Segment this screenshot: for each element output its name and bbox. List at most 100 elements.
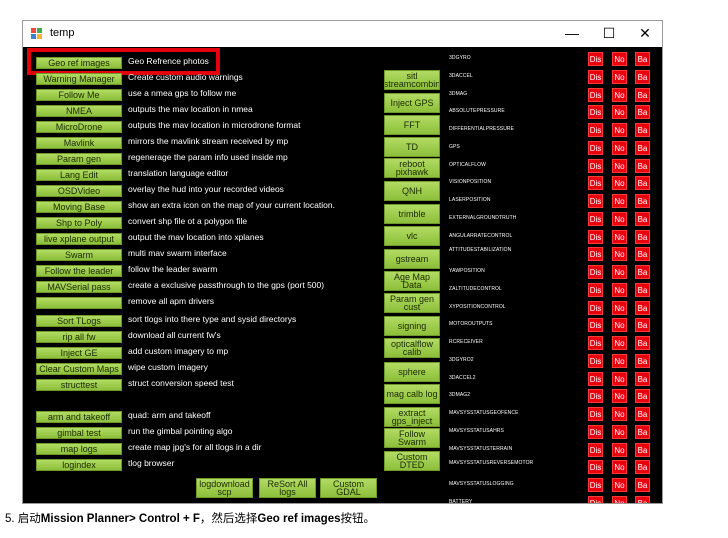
left-tool-button[interactable]: rip all fw [36, 331, 122, 343]
sensor-disable-button[interactable]: Dis [588, 105, 603, 120]
left-tool-button[interactable]: Mavlink [36, 137, 122, 149]
sensor-bad-button[interactable]: Ba [635, 318, 650, 333]
mid-tool-button[interactable]: opticalflow calib [384, 338, 440, 358]
sensor-no-button[interactable]: No [612, 282, 627, 297]
left-tool-button[interactable]: live xplane output [36, 233, 122, 245]
mid-tool-button[interactable]: reboot pixhawk [384, 158, 440, 178]
bottom-tool-button[interactable]: ReSort All logs [259, 478, 316, 498]
bottom-tool-button[interactable]: Custom GDAL [320, 478, 377, 498]
sensor-bad-button[interactable]: Ba [635, 407, 650, 421]
left-tool-button[interactable]: Clear Custom Maps [36, 363, 122, 375]
sensor-disable-button[interactable]: Dis [588, 87, 603, 102]
sensor-disable-button[interactable]: Dis [588, 424, 603, 439]
mid-tool-button[interactable]: Follow Swarm [384, 428, 440, 448]
bottom-tool-button[interactable]: logdownload scp [196, 478, 253, 498]
sensor-no-button[interactable]: No [612, 442, 627, 457]
sensor-bad-button[interactable]: Ba [635, 158, 650, 173]
sensor-no-button[interactable]: No [612, 52, 627, 66]
left-tool-button[interactable]: logindex [36, 459, 122, 471]
left-tool-button[interactable]: MicroDrone [36, 121, 122, 133]
left-tool-button[interactable]: NMEA [36, 105, 122, 117]
left-tool-button[interactable] [36, 297, 122, 309]
sensor-no-button[interactable]: No [612, 389, 627, 404]
sensor-no-button[interactable]: No [612, 247, 627, 262]
mid-tool-button[interactable]: sphere [384, 362, 440, 382]
left-tool-button[interactable]: OSDVideo [36, 185, 122, 197]
sensor-bad-button[interactable]: Ba [635, 87, 650, 102]
sensor-bad-button[interactable]: Ba [635, 176, 650, 191]
sensor-disable-button[interactable]: Dis [588, 211, 603, 226]
sensor-disable-button[interactable]: Dis [588, 371, 603, 386]
sensor-disable-button[interactable]: Dis [588, 52, 603, 66]
sensor-disable-button[interactable]: Dis [588, 282, 603, 297]
left-tool-button[interactable]: Follow Me [36, 89, 122, 101]
mid-tool-button[interactable]: signing [384, 316, 440, 336]
sensor-disable-button[interactable]: Dis [588, 229, 603, 244]
sensor-disable-button[interactable]: Dis [588, 318, 603, 333]
mid-tool-button[interactable]: Inject GPS [384, 93, 440, 113]
mid-tool-button[interactable]: FFT [384, 115, 440, 135]
left-tool-button[interactable]: Lang Edit [36, 169, 122, 181]
sensor-disable-button[interactable]: Dis [588, 69, 603, 84]
left-tool-button[interactable]: Shp to Poly [36, 217, 122, 229]
minimize-button[interactable]: — [554, 21, 590, 47]
mid-tool-button[interactable]: mag calb log [384, 384, 440, 404]
sensor-no-button[interactable]: No [612, 158, 627, 173]
sensor-bad-button[interactable]: Ba [635, 140, 650, 155]
sensor-disable-button[interactable]: Dis [588, 442, 603, 457]
left-tool-button[interactable]: map logs [36, 443, 122, 455]
mid-tool-button[interactable]: trimble [384, 204, 440, 224]
sensor-disable-button[interactable]: Dis [588, 353, 603, 368]
sensor-bad-button[interactable]: Ba [635, 105, 650, 120]
left-tool-button[interactable]: Inject GE [36, 347, 122, 359]
sensor-no-button[interactable]: No [612, 371, 627, 386]
sensor-bad-button[interactable]: Ba [635, 336, 650, 350]
mid-tool-button[interactable]: gstream [384, 249, 440, 269]
sensor-bad-button[interactable]: Ba [635, 424, 650, 439]
sensor-bad-button[interactable]: Ba [635, 247, 650, 262]
mid-tool-button[interactable]: Param gen cust [384, 293, 440, 313]
sensor-no-button[interactable]: No [612, 407, 627, 421]
sensor-disable-button[interactable]: Dis [588, 495, 603, 503]
sensor-no-button[interactable]: No [612, 336, 627, 350]
sensor-bad-button[interactable]: Ba [635, 69, 650, 84]
sensor-no-button[interactable]: No [612, 300, 627, 315]
sensor-disable-button[interactable]: Dis [588, 478, 603, 492]
sensor-no-button[interactable]: No [612, 69, 627, 84]
sensor-disable-button[interactable]: Dis [588, 194, 603, 208]
sensor-no-button[interactable]: No [612, 478, 627, 492]
sensor-no-button[interactable]: No [612, 229, 627, 244]
mid-tool-button[interactable]: vlc [384, 226, 440, 246]
mid-tool-button[interactable]: QNH [384, 181, 440, 201]
maximize-button[interactable]: ☐ [591, 21, 627, 47]
mid-tool-button[interactable]: TD [384, 137, 440, 157]
sensor-disable-button[interactable]: Dis [588, 336, 603, 350]
sensor-disable-button[interactable]: Dis [588, 247, 603, 262]
sensor-disable-button[interactable]: Dis [588, 300, 603, 315]
sensor-bad-button[interactable]: Ba [635, 282, 650, 297]
sensor-bad-button[interactable]: Ba [635, 442, 650, 457]
sensor-bad-button[interactable]: Ba [635, 265, 650, 279]
sensor-no-button[interactable]: No [612, 211, 627, 226]
sensor-disable-button[interactable]: Dis [588, 265, 603, 279]
left-tool-button[interactable]: Param gen [36, 153, 122, 165]
sensor-no-button[interactable]: No [612, 353, 627, 368]
close-button[interactable]: ✕ [627, 21, 663, 47]
left-tool-button[interactable]: arm and takeoff [36, 411, 122, 423]
sensor-bad-button[interactable]: Ba [635, 353, 650, 368]
sensor-disable-button[interactable]: Dis [588, 176, 603, 191]
sensor-disable-button[interactable]: Dis [588, 158, 603, 173]
sensor-disable-button[interactable]: Dis [588, 460, 603, 475]
left-tool-button[interactable]: Follow the leader [36, 265, 122, 277]
sensor-no-button[interactable]: No [612, 123, 627, 137]
sensor-bad-button[interactable]: Ba [635, 211, 650, 226]
sensor-bad-button[interactable]: Ba [635, 371, 650, 386]
sensor-no-button[interactable]: No [612, 176, 627, 191]
sensor-disable-button[interactable]: Dis [588, 389, 603, 404]
sensor-bad-button[interactable]: Ba [635, 460, 650, 475]
sensor-bad-button[interactable]: Ba [635, 389, 650, 404]
mid-tool-button[interactable]: sitl streamcombin [384, 70, 440, 90]
left-tool-button[interactable]: Warning Manager [36, 73, 122, 85]
sensor-disable-button[interactable]: Dis [588, 407, 603, 421]
left-tool-button[interactable]: structtest [36, 379, 122, 391]
